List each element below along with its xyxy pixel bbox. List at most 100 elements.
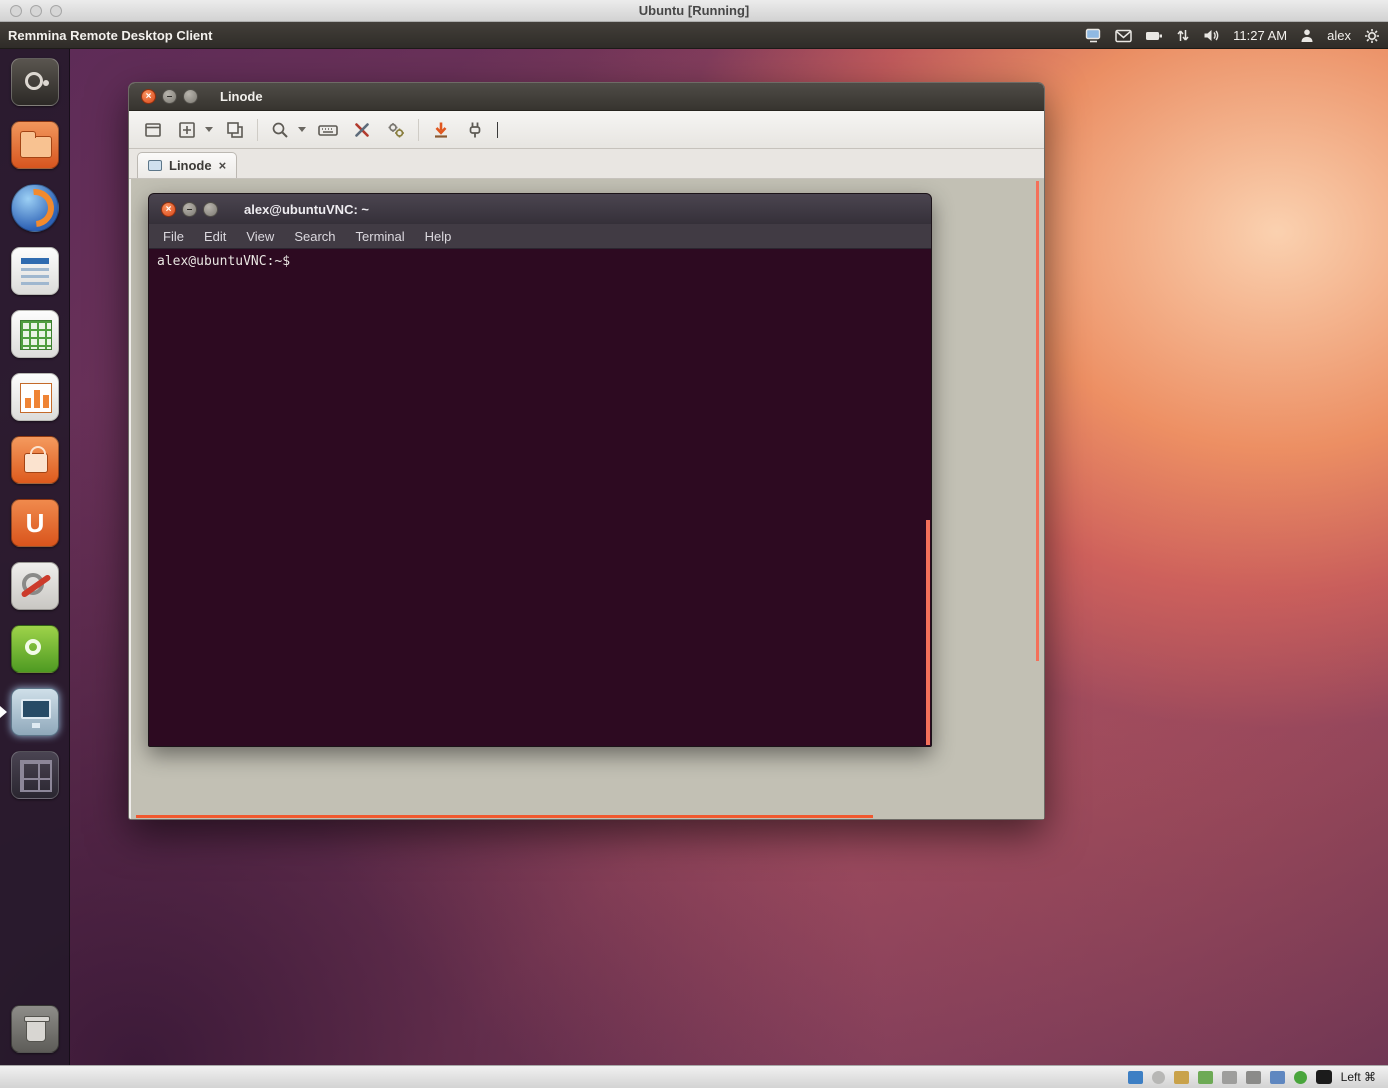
maximize-button[interactable]: [183, 89, 198, 104]
launcher-dash-home[interactable]: [11, 58, 59, 106]
remmina-tabbar: Linode ×: [129, 149, 1044, 179]
menu-search[interactable]: Search: [294, 229, 335, 244]
menu-help[interactable]: Help: [425, 229, 452, 244]
swirl-icon: [25, 639, 41, 655]
render-artifact-content-right: [1036, 181, 1039, 661]
volume-icon[interactable]: [1203, 28, 1220, 43]
vm-display-icon[interactable]: [1128, 1071, 1143, 1084]
folder-icon: [20, 136, 52, 158]
duplicate-connection-icon[interactable]: [223, 118, 247, 142]
remmina-window-controls: × –: [141, 89, 198, 104]
running-indicator-arrow: [0, 706, 7, 718]
minimize-button[interactable]: –: [182, 202, 197, 217]
fit-window-icon[interactable]: [141, 118, 165, 142]
toolbar-separator: [418, 119, 419, 141]
launcher-libreoffice-calc[interactable]: [11, 310, 59, 358]
network-sync-icon[interactable]: [1176, 28, 1190, 43]
render-artifact-terminal-right: [926, 520, 930, 745]
terminal-menubar: File Edit View Search Terminal Help: [149, 224, 931, 249]
shopping-bag-icon: [24, 453, 48, 473]
calc-grid-icon: [20, 320, 52, 350]
battery-icon[interactable]: [1145, 30, 1163, 42]
menu-file[interactable]: File: [163, 229, 184, 244]
close-button[interactable]: ×: [161, 202, 176, 217]
text-caret-artifact: [497, 122, 498, 138]
vm-optical-disc-icon[interactable]: [1152, 1071, 1165, 1084]
host-window-title: Ubuntu [Running]: [0, 0, 1388, 22]
vm-status-bar: Left ⌘: [0, 1065, 1388, 1088]
menu-terminal[interactable]: Terminal: [356, 229, 405, 244]
impress-chart-icon: [20, 383, 52, 413]
tab-linode[interactable]: Linode ×: [137, 152, 237, 178]
launcher-libreoffice-impress[interactable]: [11, 373, 59, 421]
user-icon[interactable]: [1300, 28, 1314, 43]
terminal-window: × – alex@ubuntuVNC: ~ File Edit View Sea…: [148, 193, 932, 747]
terminal-titlebar[interactable]: × – alex@ubuntuVNC: ~: [149, 194, 931, 224]
launcher-software-center[interactable]: [11, 436, 59, 484]
clock-indicator[interactable]: 11:27 AM: [1233, 28, 1287, 43]
vm-usb-icon[interactable]: [1222, 1071, 1237, 1084]
remmina-toolbar: [129, 111, 1044, 149]
launcher-workspace-switcher[interactable]: [11, 751, 59, 799]
session-gear-icon[interactable]: [1364, 28, 1380, 44]
vm-virtualization-icon[interactable]: [1294, 1071, 1307, 1084]
vm-network-icon[interactable]: [1198, 1071, 1213, 1084]
launcher-system-settings[interactable]: [11, 562, 59, 610]
preferences-icon[interactable]: [384, 118, 408, 142]
desktop-wallpaper: U × – Linode: [0, 49, 1388, 1065]
fullscreen-icon[interactable]: [175, 118, 199, 142]
host-key-label: Left ⌘: [1341, 1070, 1376, 1084]
disconnect-icon[interactable]: [429, 118, 453, 142]
launcher-files[interactable]: [11, 121, 59, 169]
vm-clipboard-icon[interactable]: [1270, 1071, 1285, 1084]
keyboard-grab-icon[interactable]: [316, 118, 340, 142]
launcher-libreoffice-writer[interactable]: [11, 247, 59, 295]
plug-icon[interactable]: [463, 118, 487, 142]
launcher-firefox[interactable]: [11, 184, 59, 232]
terminal-prompt: alex@ubuntuVNC:~$: [157, 254, 290, 269]
remmina-window-title: Linode: [220, 89, 263, 104]
minimize-button[interactable]: –: [162, 89, 177, 104]
terminal-title: alex@ubuntuVNC: ~: [244, 202, 369, 217]
workspace-grid-icon: [20, 760, 52, 792]
close-button[interactable]: ×: [141, 89, 156, 104]
host-titlebar: Ubuntu [Running]: [0, 0, 1388, 22]
host-key-icon: [1316, 1070, 1332, 1084]
mail-icon[interactable]: [1115, 29, 1132, 43]
connection-icon: [148, 160, 162, 171]
unity-launcher: U: [0, 49, 70, 1065]
maximize-button[interactable]: [203, 202, 218, 217]
ubuntu-top-panel: Remmina Remote Desktop Client 11:27 AM a…: [0, 22, 1388, 49]
vm-shared-folder-icon[interactable]: [1246, 1071, 1261, 1084]
menu-edit[interactable]: Edit: [204, 229, 226, 244]
fullscreen-dropdown-caret[interactable]: [205, 127, 213, 132]
launcher-ubuntu-software[interactable]: [11, 625, 59, 673]
screen: Ubuntu [Running] Remmina Remote Desktop …: [0, 0, 1388, 1088]
remote-desktop-icon: [21, 699, 51, 719]
menu-view[interactable]: View: [246, 229, 274, 244]
remote-desktop-view[interactable]: × – alex@ubuntuVNC: ~ File Edit View Sea…: [131, 179, 1044, 819]
zoom-icon[interactable]: [268, 118, 292, 142]
tab-close-icon[interactable]: ×: [219, 158, 227, 173]
tab-label: Linode: [169, 158, 212, 173]
firefox-icon: [8, 181, 62, 235]
indicator-area: 11:27 AM alex: [1085, 22, 1380, 49]
terminal-window-controls: × –: [161, 202, 218, 217]
toolbar-separator: [257, 119, 258, 141]
vm-pen-icon[interactable]: [1174, 1071, 1189, 1084]
remmina-titlebar[interactable]: × – Linode: [129, 83, 1044, 111]
launcher-trash[interactable]: [11, 1005, 59, 1053]
tools-icon[interactable]: [350, 118, 374, 142]
remmina-window: × – Linode: [128, 82, 1045, 820]
terminal-body[interactable]: alex@ubuntuVNC:~$: [149, 249, 931, 746]
ubuntu-logo-icon: [25, 72, 43, 90]
render-artifact-content-bottom: [136, 815, 873, 818]
trash-icon: [26, 1020, 46, 1042]
session-username[interactable]: alex: [1327, 28, 1351, 43]
launcher-remmina[interactable]: [11, 688, 59, 736]
writer-doc-icon: [21, 258, 49, 286]
app-menu-title[interactable]: Remmina Remote Desktop Client: [8, 22, 212, 49]
launcher-ubuntu-one[interactable]: U: [11, 499, 59, 547]
remmina-applet-icon[interactable]: [1085, 28, 1102, 43]
zoom-dropdown-caret[interactable]: [298, 127, 306, 132]
